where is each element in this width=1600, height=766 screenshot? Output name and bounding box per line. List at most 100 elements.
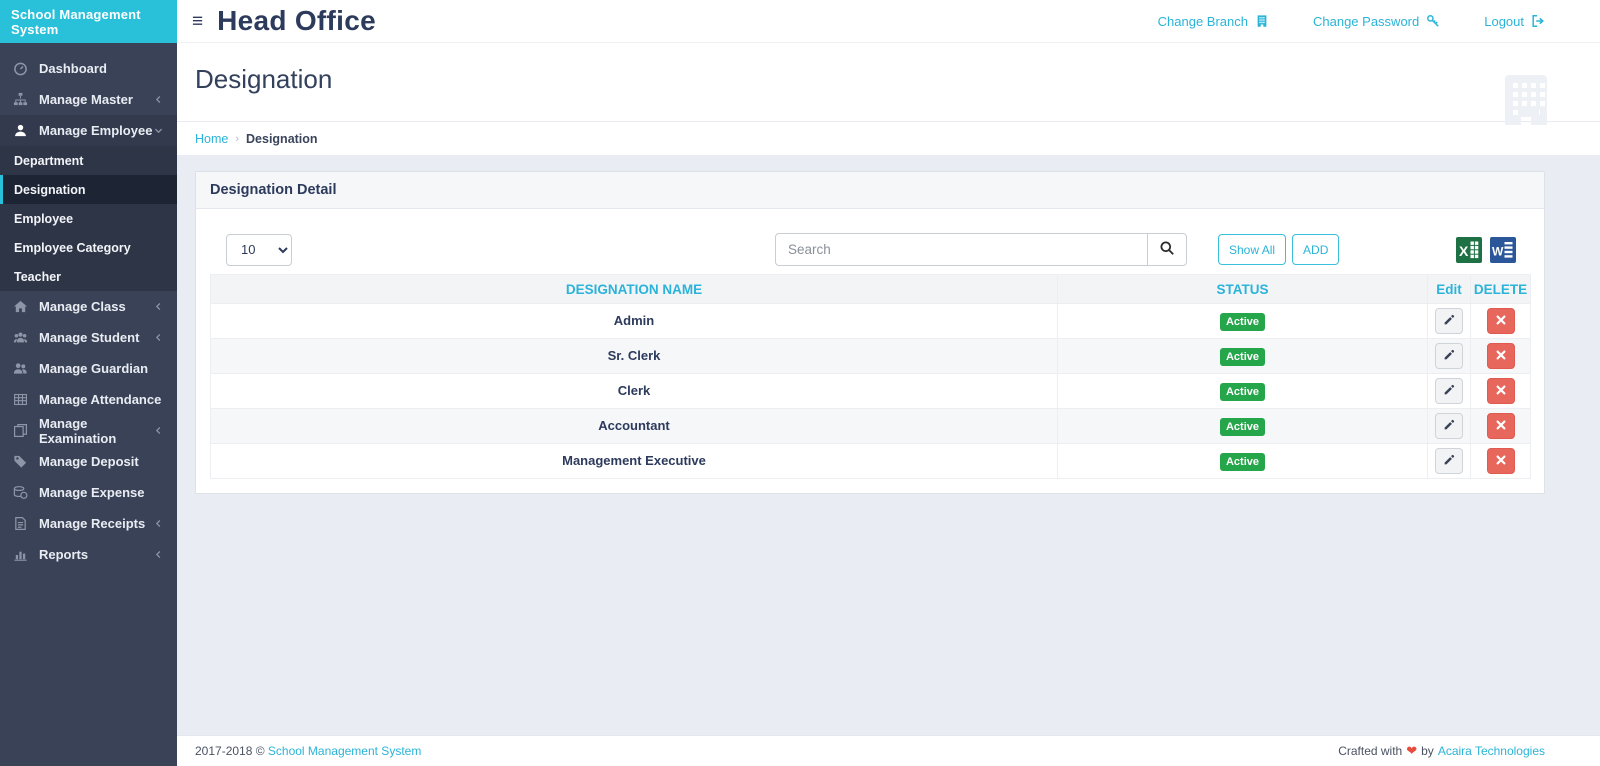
tags-icon (13, 454, 39, 469)
svg-text:X: X (1459, 243, 1469, 259)
sidebar-item-manage-master[interactable]: Manage Master (0, 84, 177, 115)
pencil-icon (1443, 453, 1456, 469)
chevron-left-icon (153, 94, 164, 105)
search-group (775, 233, 1187, 266)
designation-name: Clerk (618, 383, 651, 398)
content-area: Designation Detail 10 Sh (177, 155, 1600, 735)
table-controls: 10 Show All ADD X (210, 233, 1530, 266)
panel-title: Designation Detail (210, 182, 337, 198)
column-header-status[interactable]: STATUS (1058, 275, 1428, 304)
files-icon (13, 423, 39, 438)
sidebar-item-manage-deposit[interactable]: Manage Deposit (0, 446, 177, 477)
x-icon (1495, 454, 1507, 469)
crafted-with-label: Crafted with (1338, 744, 1402, 758)
building-icon (1255, 14, 1269, 28)
footer-brand-link[interactable]: School Management System (268, 744, 421, 758)
chevron-left-icon (153, 301, 164, 312)
main-area: ≡ Head Office Change Branch Change Passw… (177, 0, 1600, 766)
column-header-delete: DELETE (1471, 275, 1531, 304)
crafted-by-label: by (1421, 744, 1434, 758)
edit-button[interactable] (1435, 378, 1463, 404)
chevron-left-icon (153, 425, 164, 436)
page-size-select[interactable]: 10 (226, 234, 292, 266)
panel-body: 10 Show All ADD X (196, 209, 1544, 493)
chevron-down-icon (153, 125, 164, 136)
sidebar-item-manage-guardian[interactable]: Manage Guardian (0, 353, 177, 384)
excel-export-icon[interactable]: X (1456, 237, 1482, 263)
word-export-icon[interactable]: W (1490, 237, 1516, 263)
sidebar-item-label: Manage Master (39, 92, 133, 107)
sidebar-subitem-employee[interactable]: Employee (0, 204, 177, 233)
delete-button[interactable] (1487, 343, 1515, 369)
footer-company-link[interactable]: Acaira Technologies (1438, 744, 1545, 758)
edit-button[interactable] (1435, 413, 1463, 439)
subitem-label: Employee Category (14, 241, 131, 255)
subitem-label: Department (14, 154, 83, 168)
delete-button[interactable] (1487, 448, 1515, 474)
brand-title: School Management System (11, 7, 166, 37)
export-buttons: X W (1456, 237, 1516, 263)
sidebar-subitem-designation[interactable]: Designation (0, 175, 177, 204)
manage-employee-submenu: Department Designation Employee Employee… (0, 146, 177, 291)
dashboard-gauge-icon (13, 61, 39, 76)
breadcrumb-home-link[interactable]: Home (195, 132, 228, 146)
money-icon (13, 485, 39, 500)
delete-button[interactable] (1487, 378, 1515, 404)
building-watermark-icon (1505, 75, 1547, 130)
sidebar-item-manage-expense[interactable]: Manage Expense (0, 477, 177, 508)
x-icon (1495, 384, 1507, 399)
table-row: Admin Active (211, 304, 1531, 339)
designation-name: Management Executive (562, 453, 706, 468)
sidebar-item-manage-attendance[interactable]: Manage Attendance (0, 384, 177, 415)
pencil-icon (1443, 383, 1456, 399)
delete-button[interactable] (1487, 308, 1515, 334)
designation-name: Accountant (598, 418, 670, 433)
designation-panel: Designation Detail 10 Sh (195, 171, 1545, 494)
change-branch-link[interactable]: Change Branch (1158, 14, 1269, 29)
hamburger-menu-icon[interactable]: ≡ (192, 12, 203, 31)
user-icon (13, 123, 39, 138)
sidebar-item-reports[interactable]: Reports (0, 539, 177, 570)
add-button[interactable]: ADD (1292, 234, 1339, 265)
change-branch-label: Change Branch (1158, 14, 1248, 29)
home-icon (13, 299, 39, 314)
sign-out-icon (1531, 14, 1545, 28)
designation-table: DESIGNATION NAME STATUS Edit DELETE Admi… (210, 274, 1531, 479)
panel-header: Designation Detail (196, 172, 1544, 209)
edit-button[interactable] (1435, 343, 1463, 369)
change-password-label: Change Password (1313, 14, 1419, 29)
sidebar-item-manage-examination[interactable]: Manage Examination (0, 415, 177, 446)
sidebar-subitem-department[interactable]: Department (0, 146, 177, 175)
sidebar-item-manage-receipts[interactable]: Manage Receipts (0, 508, 177, 539)
topbar: ≡ Head Office Change Branch Change Passw… (177, 0, 1600, 43)
logout-link[interactable]: Logout (1484, 14, 1545, 29)
sidebar-subitem-teacher[interactable]: Teacher (0, 262, 177, 291)
sidebar-nav: Dashboard Manage Master Manage Employee … (0, 43, 177, 570)
sidebar-item-label: Reports (39, 547, 88, 562)
pencil-icon (1443, 313, 1456, 329)
change-password-link[interactable]: Change Password (1313, 14, 1440, 29)
sidebar-item-label: Manage Receipts (39, 516, 145, 531)
sidebar-item-label: Manage Examination (39, 416, 153, 446)
sidebar-subitem-employee-category[interactable]: Employee Category (0, 233, 177, 262)
sidebar-item-dashboard[interactable]: Dashboard (0, 53, 177, 84)
sidebar-item-manage-class[interactable]: Manage Class (0, 291, 177, 322)
sidebar-item-manage-student[interactable]: Manage Student (0, 322, 177, 353)
search-button[interactable] (1147, 233, 1187, 266)
search-input[interactable] (775, 233, 1147, 266)
show-all-button[interactable]: Show All (1218, 234, 1286, 265)
key-icon (1426, 14, 1440, 28)
column-header-designation-name[interactable]: DESIGNATION NAME (211, 275, 1058, 304)
users-icon (13, 330, 39, 345)
status-badge: Active (1220, 383, 1265, 401)
table-row: Clerk Active (211, 374, 1531, 409)
page-title: Designation (195, 64, 1600, 95)
heart-icon: ❤ (1406, 743, 1417, 759)
delete-button[interactable] (1487, 413, 1515, 439)
status-badge: Active (1220, 313, 1265, 331)
edit-button[interactable] (1435, 448, 1463, 474)
status-badge: Active (1220, 348, 1265, 366)
edit-button[interactable] (1435, 308, 1463, 334)
brand-logo[interactable]: School Management System (0, 0, 177, 43)
sidebar-item-manage-employee[interactable]: Manage Employee (0, 115, 177, 146)
